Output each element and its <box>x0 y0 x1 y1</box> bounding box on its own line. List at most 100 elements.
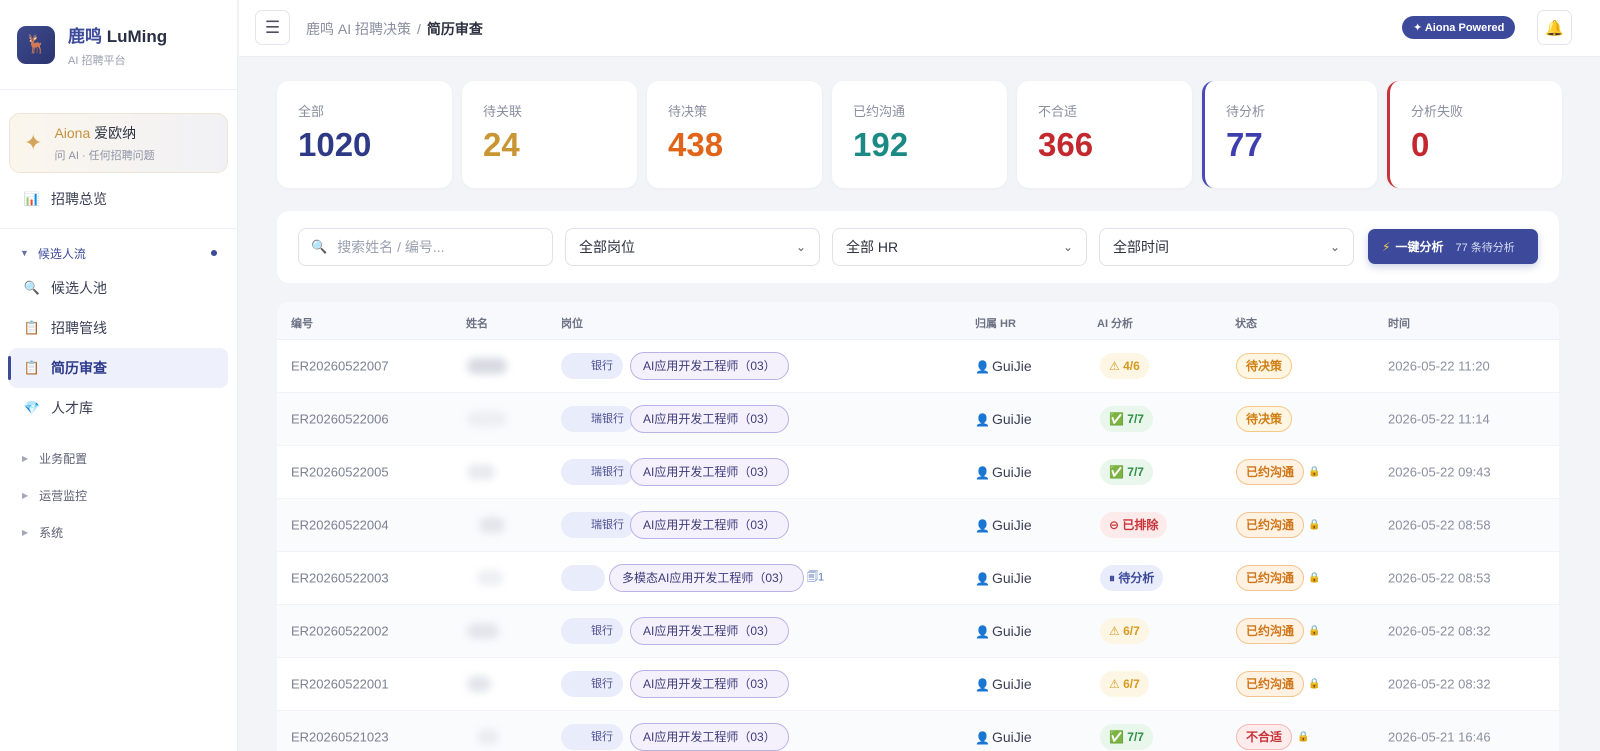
col-header-hr[interactable]: 归属 HR <box>975 315 1016 331</box>
stat-card-pending-link[interactable]: 待关联 24 <box>462 81 637 188</box>
ai-analysis-badge[interactable]: ⚠ 4/6 <box>1100 353 1149 379</box>
sidebar-group-ops-monitor[interactable]: ▶ 运营监控 <box>0 477 237 514</box>
menu-toggle-button[interactable]: ☰ <box>255 10 290 45</box>
hr-owner: 👤 GuiJie <box>975 570 1032 586</box>
sidebar-item-candidate-pool[interactable]: 🔍 候选人池 <box>9 268 228 308</box>
brand-title: 鹿鸣 LuMing <box>68 26 168 46</box>
position-tag[interactable]: AI应用开发工程师（03） <box>630 405 789 433</box>
resume-id: ER20260522007 <box>291 358 389 374</box>
candidate-name-blurred <box>467 358 507 374</box>
ai-analysis-badge[interactable]: ⏸ 待分析 <box>1100 565 1164 591</box>
company-tag: 银行 <box>561 671 623 697</box>
stat-card-analysis-failed[interactable]: 分析失败 0 <box>1387 81 1562 188</box>
position-tag[interactable]: AI应用开发工程师（03） <box>630 352 789 380</box>
status-badge[interactable]: 已约沟通 <box>1236 459 1305 485</box>
col-header-id[interactable]: 编号 <box>291 315 313 331</box>
table-row[interactable]: ER20260522003 多模态AI应用开发工程师（03） 🗐1 👤 GuiJi… <box>277 552 1559 605</box>
company-tag: 瑞银行 <box>561 459 634 485</box>
stat-card-pending-analysis[interactable]: 待分析 77 <box>1202 81 1377 188</box>
status-badge[interactable]: 已约沟通 <box>1236 565 1305 591</box>
analyze-label: 一键分析 <box>1395 240 1444 254</box>
chevron-down-icon: ⌄ <box>1062 240 1073 254</box>
position-tag[interactable]: AI应用开发工程师（03） <box>630 617 789 645</box>
user-icon: 👤 <box>975 625 990 639</box>
sparkle-icon: ✦ <box>24 130 43 155</box>
stat-card-scheduled[interactable]: 已约沟通 192 <box>832 81 1007 188</box>
chevron-right-icon: ▶ <box>22 528 29 537</box>
lock-icon: 🔒 <box>1308 572 1321 584</box>
status-badge[interactable]: 已约沟通 <box>1236 671 1305 697</box>
position-tag[interactable]: AI应用开发工程师（03） <box>630 511 789 539</box>
candidate-name-blurred <box>477 570 503 586</box>
stat-value: 0 <box>1411 126 1430 163</box>
stat-value: 366 <box>1038 126 1094 163</box>
user-icon: 👤 <box>975 413 990 427</box>
table-row[interactable]: ER20260521023 银行 AI应用开发工程师（03） 👤 GuiJie ✅… <box>277 711 1559 751</box>
chevron-down-icon: ▼ <box>20 248 29 258</box>
breadcrumb-parent[interactable]: 鹿鸣 AI 招聘决策 <box>306 21 411 37</box>
sidebar-group-system[interactable]: ▶ 系统 <box>0 514 237 551</box>
table-header: 编号 姓名 岗位 归属 HR AI 分析 状态 时间 <box>277 302 1559 340</box>
col-header-position[interactable]: 岗位 <box>561 315 583 331</box>
brand[interactable]: 🦌 鹿鸣 LuMing AI 招聘平台 <box>0 0 237 90</box>
table-row[interactable]: ER20260522007 银行 AI应用开发工程师（03） 👤 GuiJie ⚠… <box>277 340 1559 393</box>
stat-card-unfit[interactable]: 不合适 366 <box>1017 81 1192 188</box>
status-badge[interactable]: 已约沟通 <box>1236 618 1305 644</box>
sidebar-item-talent-pool[interactable]: 💎 人才库 <box>9 388 228 428</box>
chevron-down-icon: ⌄ <box>795 240 806 254</box>
sidebar-item-label: 简历审查 <box>51 360 107 376</box>
notification-button[interactable]: 🔔 <box>1537 10 1572 45</box>
table-row[interactable]: ER20260522001 银行 AI应用开发工程师（03） 👤 GuiJie ⚠… <box>277 658 1559 711</box>
lightning-icon: ⚡ <box>1382 239 1391 254</box>
sidebar-item-pipeline[interactable]: 📋 招聘管线 <box>9 308 228 348</box>
col-header-status[interactable]: 状态 <box>1235 315 1257 331</box>
chevron-right-icon: ▶ <box>22 491 29 500</box>
position-select[interactable]: 全部岗位 ⌄ <box>565 228 820 266</box>
stat-card-pending-decision[interactable]: 待决策 438 <box>647 81 822 188</box>
aiona-assistant-button[interactable]: ✦ Aiona 爱欧纳 问 AI · 任何招聘问题 <box>9 113 228 173</box>
company-tag: 瑞银行 <box>561 406 634 432</box>
timestamp: 2026-05-22 11:20 <box>1388 358 1490 374</box>
stat-label: 全部 <box>298 104 325 119</box>
status-badge[interactable]: 待决策 <box>1236 353 1293 379</box>
status-badge[interactable]: 已约沟通 <box>1236 512 1305 538</box>
col-header-time[interactable]: 时间 <box>1388 315 1410 331</box>
ai-analysis-badge[interactable]: ⚠ 6/7 <box>1100 671 1149 697</box>
hr-select[interactable]: 全部 HR ⌄ <box>832 228 1087 266</box>
timestamp: 2026-05-22 09:43 <box>1388 464 1491 480</box>
clipboard-icon: 📋 <box>23 320 41 335</box>
breadcrumb-separator: / <box>417 21 421 37</box>
ai-analysis-badge[interactable]: ✅ 7/7 <box>1100 459 1153 485</box>
one-click-analyze-button[interactable]: ⚡ 一键分析 77 条待分析 <box>1368 229 1538 264</box>
col-header-name[interactable]: 姓名 <box>466 315 488 331</box>
table-row[interactable]: ER20260522006 瑞银行 AI应用开发工程师（03） 👤 GuiJie … <box>277 393 1559 446</box>
stat-card-all[interactable]: 全部 1020 <box>277 81 452 188</box>
attachment-count[interactable]: 🗐1 <box>807 569 824 588</box>
ai-analysis-badge[interactable]: ⚠ 6/7 <box>1100 618 1149 644</box>
position-tag[interactable]: AI应用开发工程师（03） <box>630 458 789 486</box>
status-badge[interactable]: 待决策 <box>1236 406 1293 432</box>
hr-owner: 👤 GuiJie <box>975 676 1032 692</box>
ai-analysis-badge[interactable]: ✅ 7/7 <box>1100 724 1153 750</box>
resume-table: 编号 姓名 岗位 归属 HR AI 分析 状态 时间 ER20260522007… <box>277 302 1559 751</box>
table-row[interactable]: ER20260522005 瑞银行 AI应用开发工程师（03） 👤 GuiJie … <box>277 446 1559 499</box>
sidebar-group-label: 候选人流 <box>37 246 86 261</box>
ai-analysis-badge[interactable]: ✅ 7/7 <box>1100 406 1153 432</box>
position-tag[interactable]: 多模态AI应用开发工程师（03） <box>609 564 804 592</box>
time-select[interactable]: 全部时间 ⌄ <box>1099 228 1354 266</box>
lock-icon: 🔒 <box>1297 731 1310 743</box>
position-tag[interactable]: AI应用开发工程师（03） <box>630 723 789 751</box>
sidebar-item-resume-review[interactable]: 📋 简历审查 <box>8 348 228 388</box>
user-icon: 👤 <box>975 360 990 374</box>
gem-icon: 💎 <box>23 400 41 415</box>
position-tag[interactable]: AI应用开发工程师（03） <box>630 670 789 698</box>
col-header-ai[interactable]: AI 分析 <box>1097 315 1133 331</box>
sidebar-item-overview[interactable]: 📊 招聘总览 <box>9 179 228 219</box>
search-input[interactable]: 🔍 搜索姓名 / 编号... <box>298 228 553 266</box>
table-row[interactable]: ER20260522002 银行 AI应用开发工程师（03） 👤 GuiJie ⚠… <box>277 605 1559 658</box>
status-badge[interactable]: 不合适 <box>1236 724 1293 750</box>
sidebar-group-candidate-flow[interactable]: ▼ 候选人流 <box>0 238 237 268</box>
sidebar-group-business-config[interactable]: ▶ 业务配置 <box>0 440 237 477</box>
ai-analysis-badge[interactable]: ⊖ 已排除 <box>1100 512 1168 538</box>
table-row[interactable]: ER20260522004 瑞银行 AI应用开发工程师（03） 👤 GuiJie … <box>277 499 1559 552</box>
